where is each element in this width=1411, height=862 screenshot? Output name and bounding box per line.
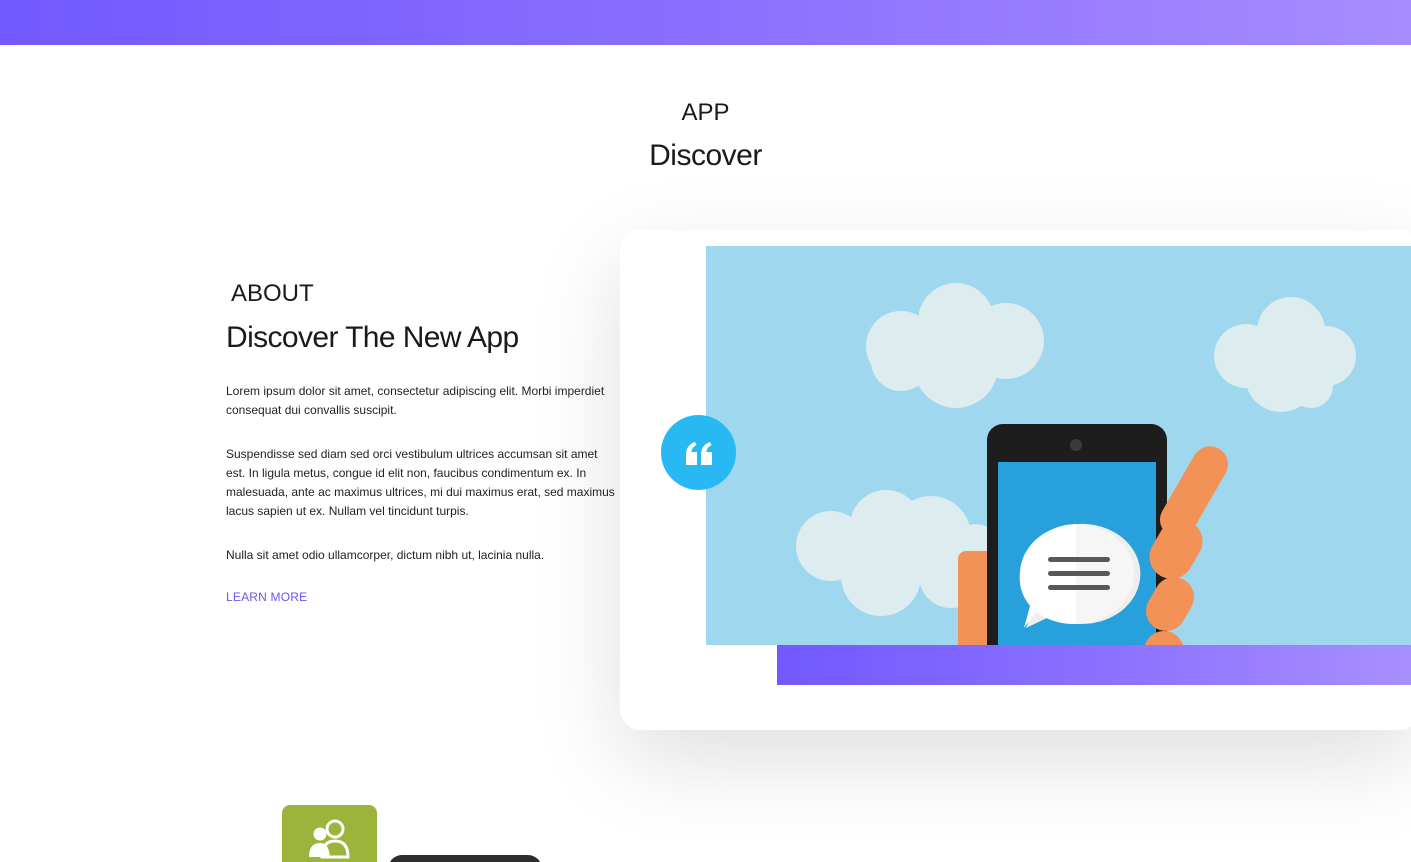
section-header: APP Discover [0, 98, 1411, 176]
section-title: Discover [649, 139, 762, 172]
users-icon[interactable] [282, 805, 377, 862]
phone-chat-illustration [706, 246, 1411, 645]
about-kicker: ABOUT [231, 280, 314, 307]
hero-image [706, 246, 1411, 645]
about-title: Discover The New App [226, 321, 519, 354]
about-paragraph-3: Nulla sit amet odio ullamcorper, dictum … [226, 548, 545, 562]
learn-more-link[interactable]: LEARN MORE [226, 590, 307, 604]
quote-icon[interactable] [661, 415, 736, 490]
section-kicker: APP [681, 99, 730, 126]
users-glyph [308, 819, 350, 859]
about-paragraph-1: Lorem ipsum dolor sit amet, consectetur … [226, 384, 605, 417]
about-section: ABOUT Discover The New App Lorem ipsum d… [226, 280, 616, 606]
quote-glyph [685, 441, 712, 465]
top-gradient-bar [0, 0, 1411, 45]
accent-gradient-bar [777, 645, 1411, 685]
about-paragraph-2: Suspendisse sed diam sed orci vestibulum… [226, 447, 615, 518]
dark-feature-card [388, 855, 542, 862]
